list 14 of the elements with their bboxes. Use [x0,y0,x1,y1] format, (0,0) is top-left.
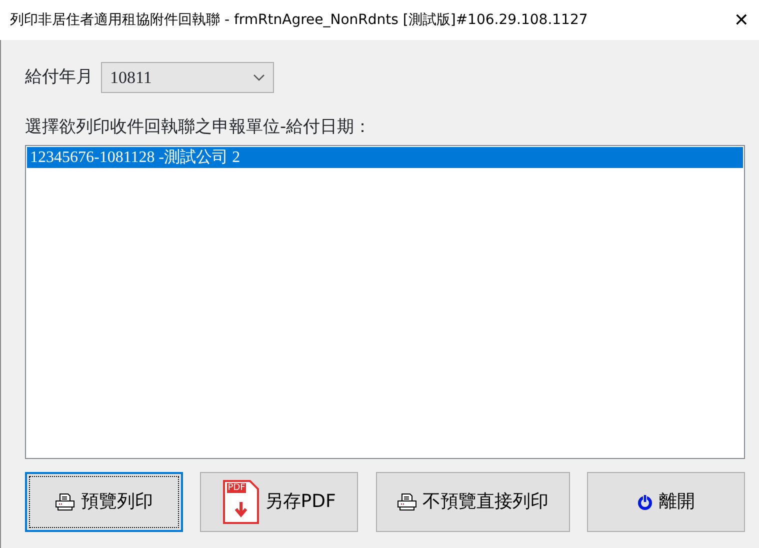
list-label: 選擇欲列印收件回執聯之申報單位-給付日期： [25,116,372,139]
month-dropdown[interactable]: 10811 [101,62,274,93]
action-button[interactable]: 不預覽直接列印 [376,472,570,532]
list-item[interactable]: 12345676-1081128 -測試公司 2 [27,146,743,168]
printer-icon [55,492,75,510]
action-button[interactable]: PDF 另存PDF [200,472,358,532]
close-button[interactable]: ✕ [734,6,749,34]
window-title: 列印非居住者適用租協附件回執聯 - frmRtnAgree_NonRdnts [測試版]#106.29.108.1127 [10,10,588,30]
power-icon [636,494,653,510]
action-button[interactable]: 離開 [586,472,745,532]
field-label: 給付年月 [25,66,93,89]
action-button[interactable]: 預覽列印 [25,472,183,532]
unit-list[interactable]: 12345676-1081128 -測試公司 2 [25,144,745,458]
printer-icon [396,492,417,510]
